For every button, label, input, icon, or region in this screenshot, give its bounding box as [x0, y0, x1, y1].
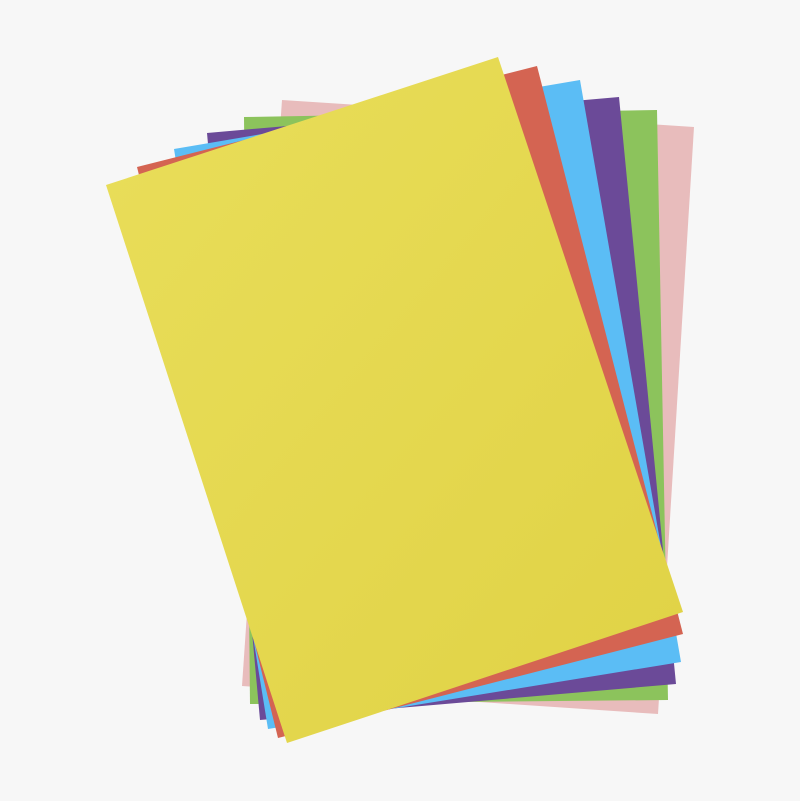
paper-stack-photo	[0, 0, 800, 801]
